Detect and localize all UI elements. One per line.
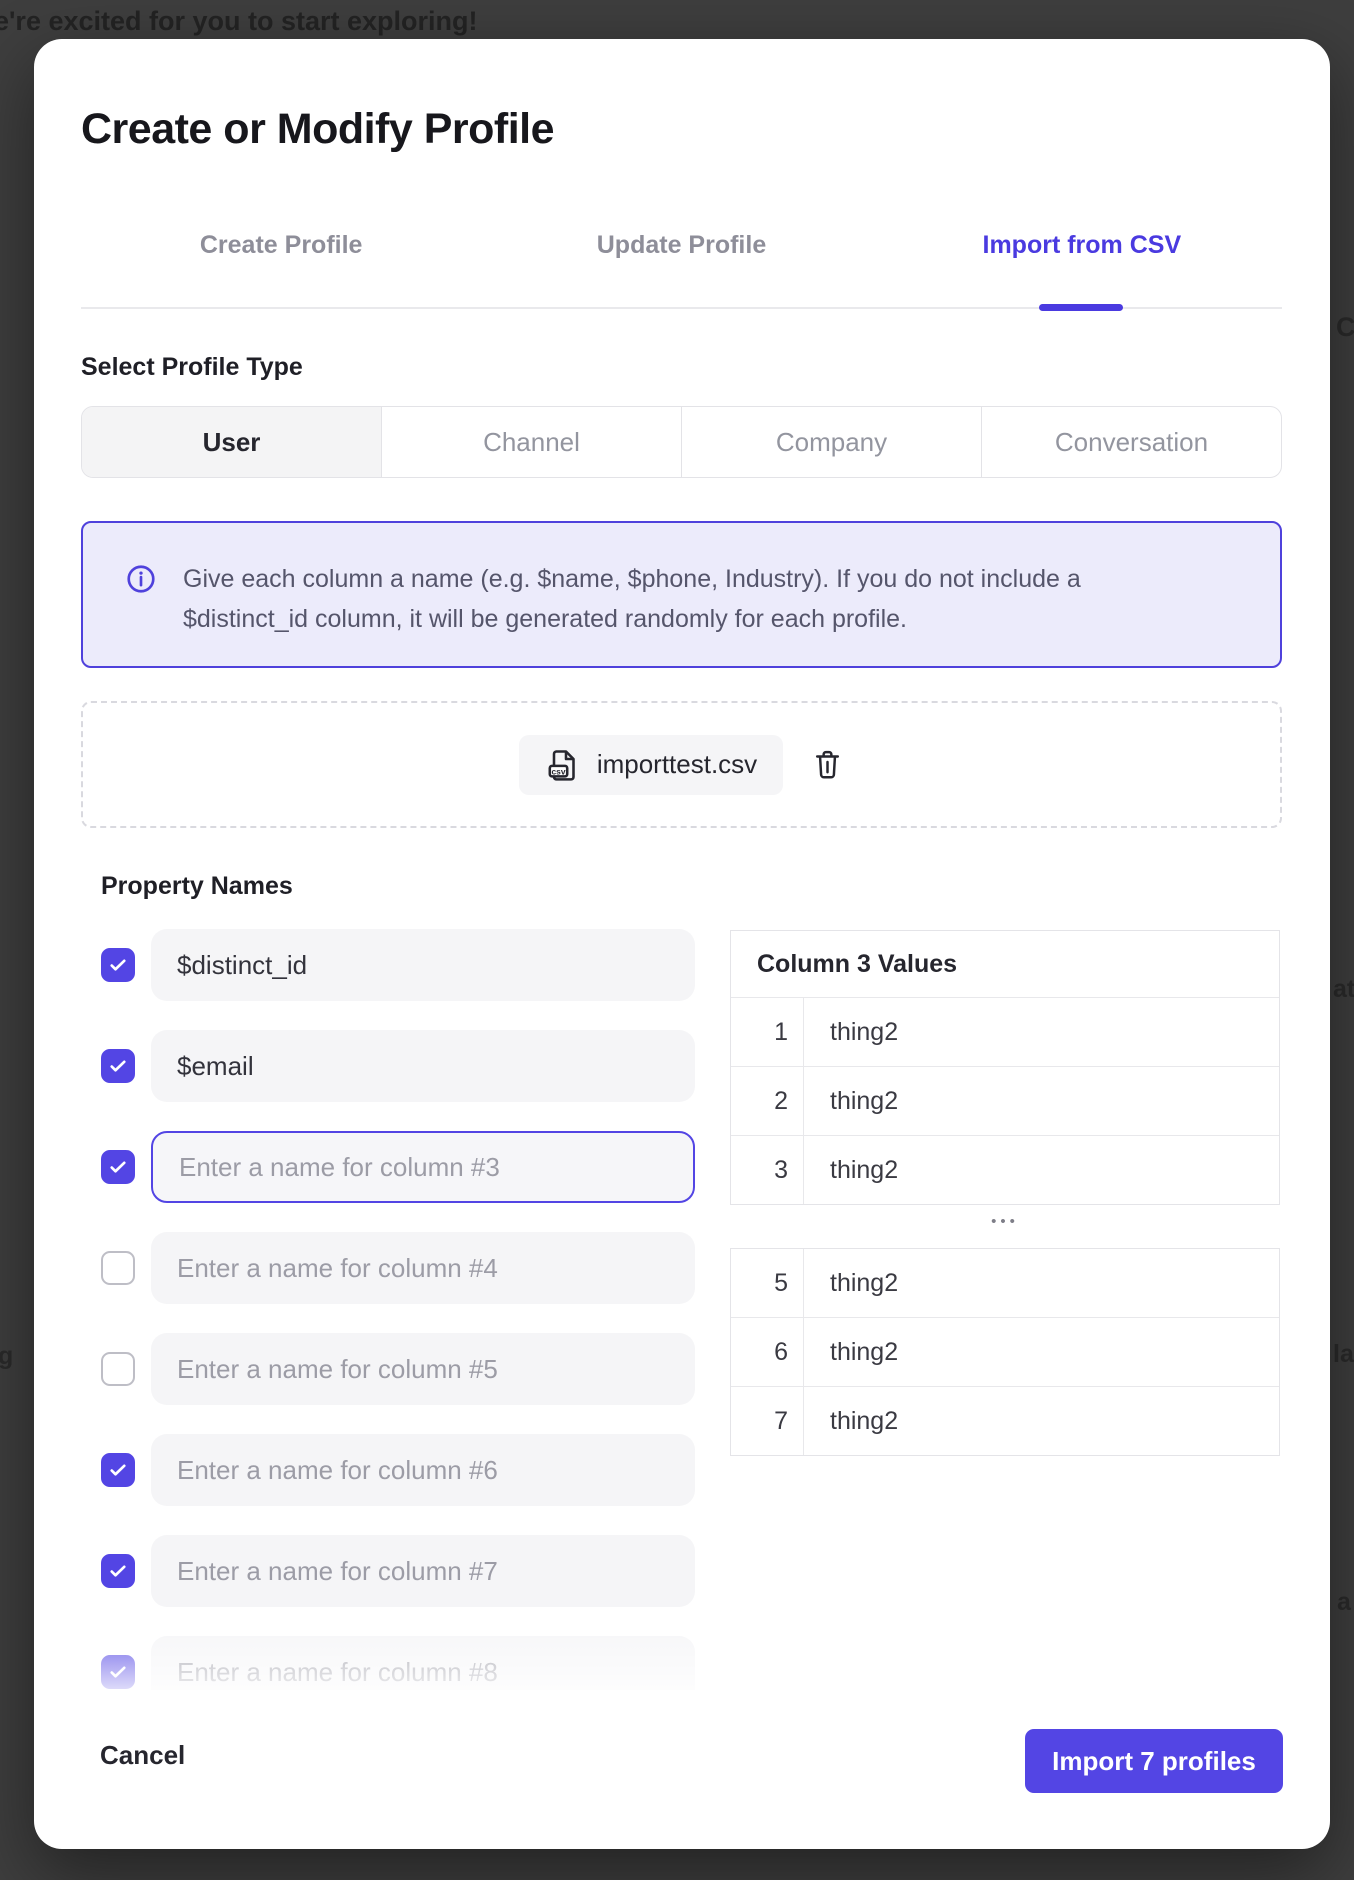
column-5-checkbox[interactable]: [101, 1352, 135, 1386]
info-banner: Give each column a name (e.g. $name, $ph…: [81, 521, 1282, 668]
values-table-header: Column 3 Values: [731, 931, 1279, 997]
column-5-name-input[interactable]: [151, 1333, 695, 1405]
table-row: 5 thing2: [731, 1249, 1279, 1317]
tab-create-profile[interactable]: Create Profile: [81, 209, 481, 307]
column-8-checkbox[interactable]: [101, 1655, 135, 1689]
info-banner-text: Give each column a name (e.g. $name, $ph…: [183, 559, 1081, 639]
uploaded-file-name: importtest.csv: [597, 749, 757, 780]
info-line: $distinct_id column, it will be generate…: [183, 599, 1081, 639]
create-or-modify-profile-dialog: Create or Modify Profile Create Profile …: [34, 39, 1330, 1849]
row-index: 2: [731, 1067, 804, 1135]
property-row: [101, 1028, 761, 1104]
property-row: [101, 1533, 761, 1609]
row-value: thing2: [804, 1249, 898, 1317]
column-1-name-input[interactable]: [151, 929, 695, 1001]
tab-update-profile[interactable]: Update Profile: [481, 209, 881, 307]
profile-type-user[interactable]: User: [82, 407, 381, 477]
column-7-checkbox[interactable]: [101, 1554, 135, 1588]
profile-type-selector: User Channel Company Conversation: [81, 406, 1282, 478]
row-value: thing2: [804, 1318, 898, 1386]
dialog-title: Create or Modify Profile: [81, 105, 554, 154]
row-value: thing2: [804, 1067, 898, 1135]
table-ellipsis: •••: [730, 1213, 1280, 1230]
property-row: [101, 1129, 761, 1205]
background-fragment: Col: [1336, 312, 1354, 343]
table-row: 7 thing2: [731, 1386, 1279, 1455]
cancel-button[interactable]: Cancel: [94, 1739, 191, 1772]
property-row: [101, 1432, 761, 1508]
row-index: 5: [731, 1249, 804, 1317]
column-4-checkbox[interactable]: [101, 1251, 135, 1285]
table-row: 2 thing2: [731, 1066, 1279, 1135]
delete-file-button[interactable]: [811, 748, 844, 781]
column-values-table-continued: 5 thing2 6 thing2 7 thing2: [730, 1248, 1280, 1456]
column-3-name-input[interactable]: [151, 1131, 695, 1203]
profile-type-channel[interactable]: Channel: [381, 407, 681, 477]
column-6-name-input[interactable]: [151, 1434, 695, 1506]
column-2-name-input[interactable]: [151, 1030, 695, 1102]
profile-type-conversation[interactable]: Conversation: [981, 407, 1281, 477]
tab-label: Create Profile: [200, 231, 363, 260]
tab-import-from-csv[interactable]: Import from CSV: [882, 209, 1282, 307]
table-row: 6 thing2: [731, 1317, 1279, 1386]
row-index: 3: [731, 1136, 804, 1204]
property-row: [101, 1331, 761, 1407]
column-7-name-input[interactable]: [151, 1535, 695, 1607]
property-names-heading: Property Names: [101, 872, 293, 901]
property-rows-list: [101, 927, 761, 1690]
column-2-checkbox[interactable]: [101, 1049, 135, 1083]
uploaded-file-chip[interactable]: csv importtest.csv: [519, 735, 783, 795]
row-index: 1: [731, 998, 804, 1066]
table-row: 1 thing2: [731, 997, 1279, 1066]
property-row: [101, 1230, 761, 1306]
row-index: 7: [731, 1387, 804, 1455]
select-profile-type-label: Select Profile Type: [81, 353, 303, 382]
background-fragment: ata: [1333, 975, 1354, 1004]
tab-bar: Create Profile Update Profile Import fro…: [81, 209, 1282, 309]
tab-label: Import from CSV: [983, 231, 1182, 260]
background-fragment: a: [1337, 1588, 1351, 1617]
info-line: Give each column a name (e.g. $name, $ph…: [183, 559, 1081, 599]
import-profiles-button[interactable]: Import 7 profiles: [1025, 1729, 1283, 1793]
profile-type-company[interactable]: Company: [681, 407, 981, 477]
active-tab-indicator: [1039, 304, 1123, 311]
background-banner-text: e're excited for you to start exploring!: [0, 6, 478, 37]
background-fragment: g: [0, 1342, 13, 1371]
row-index: 6: [731, 1318, 804, 1386]
info-icon: [125, 563, 157, 595]
column-values-table: Column 3 Values 1 thing2 2 thing2 3 thin…: [730, 930, 1280, 1205]
csv-file-icon: csv: [545, 747, 581, 783]
svg-text:csv: csv: [551, 766, 565, 776]
file-upload-dropzone[interactable]: csv importtest.csv: [81, 701, 1282, 828]
row-value: thing2: [804, 1387, 898, 1455]
column-4-name-input[interactable]: [151, 1232, 695, 1304]
row-value: thing2: [804, 998, 898, 1066]
column-8-name-input[interactable]: [151, 1636, 695, 1690]
tab-label: Update Profile: [597, 231, 766, 260]
property-row: [101, 927, 761, 1003]
table-row: 3 thing2: [731, 1135, 1279, 1204]
column-1-checkbox[interactable]: [101, 948, 135, 982]
property-row: [101, 1634, 761, 1690]
column-6-checkbox[interactable]: [101, 1453, 135, 1487]
background-fragment: la: [1333, 1340, 1354, 1369]
row-value: thing2: [804, 1136, 898, 1204]
trash-icon: [811, 769, 844, 784]
column-3-checkbox[interactable]: [101, 1150, 135, 1184]
